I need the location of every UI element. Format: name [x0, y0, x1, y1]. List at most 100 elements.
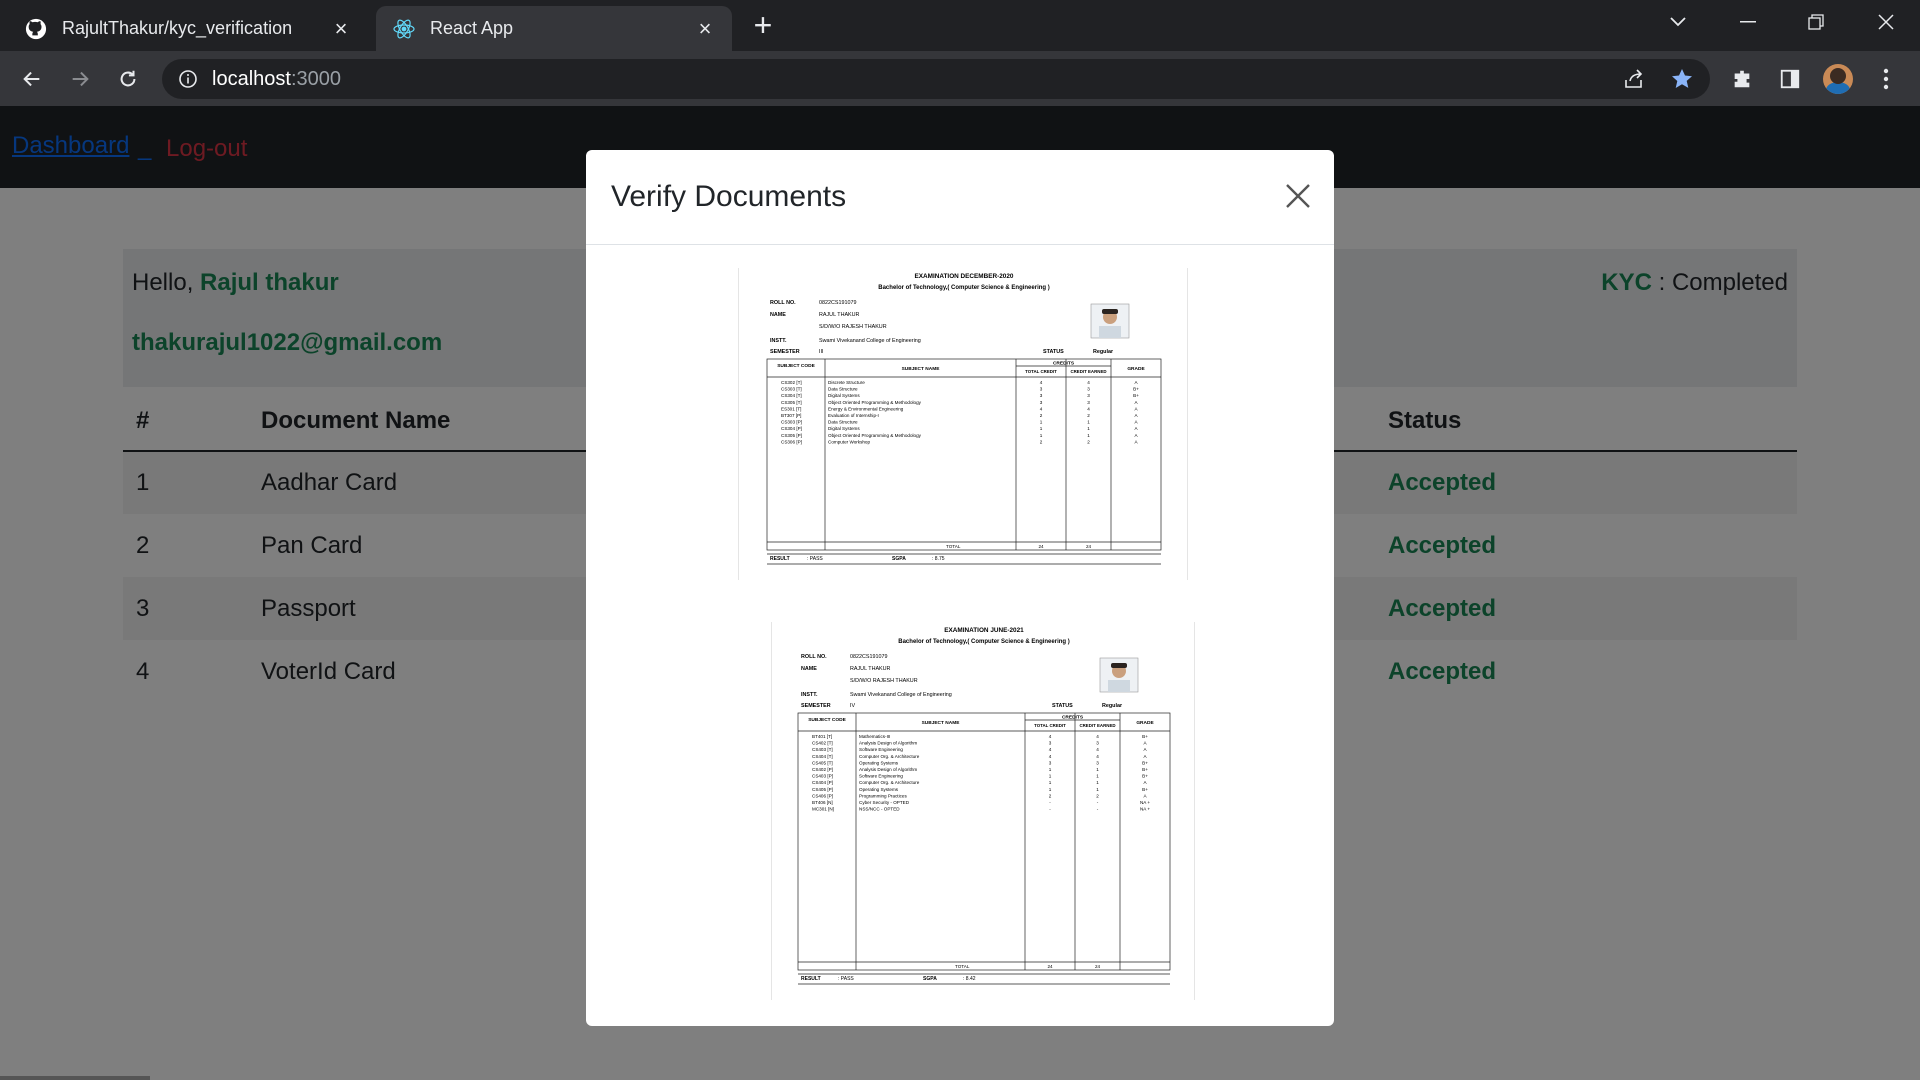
minimize-icon[interactable]	[1718, 0, 1778, 44]
doc-subject-name: Computer Workshop	[828, 439, 870, 444]
browser-tab-github[interactable]: RajultThakur/kyc_verification ×	[8, 6, 368, 51]
doc-field-value: 0822CS191079	[850, 654, 887, 660]
doc-subject-grade: A	[1134, 439, 1138, 444]
tab-title: RajultThakur/kyc_verification	[62, 18, 293, 38]
doc-subject-name: Software Engineering	[859, 774, 903, 779]
modal-divider	[586, 244, 1334, 245]
doc-field-value: RAJUL THAKUR	[850, 666, 891, 672]
doc-field-value: Swami Vivekanand College of Engineering	[819, 338, 921, 344]
doc-subject-earned: 1	[1096, 780, 1099, 785]
doc-subject-name: Cyber Security - OPTED	[859, 800, 910, 805]
doc-subject-grade: A	[1134, 406, 1138, 411]
doc-subject-code: CS402 [T]	[812, 741, 833, 746]
side-panel-icon[interactable]	[1772, 61, 1808, 97]
doc-col-header: CREDIT EARNED	[1079, 723, 1115, 728]
doc-total-value: 24	[1047, 964, 1053, 969]
doc-subject-earned: 2	[1087, 439, 1090, 444]
url-text: localhost:3000	[212, 68, 341, 90]
doc-subject-grade: NA +	[1140, 807, 1150, 812]
doc-subject-name: Analysis Design of Algorithm	[859, 767, 917, 772]
extensions-icon[interactable]	[1724, 61, 1760, 97]
close-tab-icon[interactable]: ×	[694, 16, 716, 41]
site-info-icon[interactable]	[178, 69, 198, 94]
doc-subject-total: 2	[1040, 439, 1043, 444]
doc-photo-shirt	[1099, 326, 1121, 338]
doc-field-value: Swami Vivekanand College of Engineering	[850, 692, 952, 698]
browser-toolbar: localhost:3000	[0, 51, 1920, 106]
doc-field-value: IV	[850, 703, 855, 709]
close-icon[interactable]	[1282, 180, 1314, 212]
doc-subject-earned: -	[1097, 800, 1099, 805]
doc-subject-earned: 2	[1096, 793, 1099, 798]
doc-subject-grade: B+	[1133, 393, 1139, 398]
address-bar[interactable]: localhost:3000	[162, 59, 1710, 99]
github-icon	[24, 17, 48, 41]
doc-subject-name: Data Structure	[828, 387, 858, 392]
bookmark-star-icon[interactable]	[1670, 67, 1694, 96]
doc-subject-code: CS305 [P]	[781, 433, 802, 438]
modal-title: Verify Documents	[611, 180, 847, 213]
close-window-icon[interactable]	[1856, 0, 1916, 44]
doc-sgpa-value: : 8.42	[963, 976, 976, 982]
doc-subject-total: 4	[1040, 380, 1043, 385]
doc-subject-earned: 3	[1096, 760, 1099, 765]
doc-subject-code: BT401 [T]	[812, 734, 832, 739]
doc-table-border	[766, 358, 1162, 551]
doc-result-value: : PASS	[807, 556, 823, 562]
doc-subject-name: Energy & Environmental Engineering	[828, 406, 904, 411]
doc-subject-earned: 3	[1096, 741, 1099, 746]
back-icon[interactable]	[14, 61, 50, 97]
doc-subject-grade: A	[1143, 780, 1147, 785]
doc-subject-grade: A	[1143, 754, 1147, 759]
share-icon[interactable]	[1622, 67, 1646, 96]
doc-total-label: TOTAL	[955, 964, 970, 969]
restore-icon[interactable]	[1786, 0, 1846, 44]
doc-subject-grade: B+	[1142, 734, 1148, 739]
doc-field-label: ROLL NO.	[801, 654, 827, 660]
new-tab-icon[interactable]: +	[748, 7, 778, 43]
doc-subject-total: 1	[1049, 787, 1052, 792]
doc-subject-total: 4	[1049, 734, 1052, 739]
browser-tab-react-app[interactable]: React App ×	[376, 6, 732, 51]
doc-subject-total: 2	[1040, 413, 1043, 418]
doc-field-value: S/D/W/O RAJESH THAKUR	[819, 324, 887, 330]
doc-subject-name: Discrete Structure	[828, 380, 865, 385]
document-image: EXAMINATION DECEMBER-2020 Bachelor of Tec…	[738, 268, 1188, 580]
doc-subject-grade: A	[1134, 426, 1138, 431]
doc-subject-earned: 3	[1087, 387, 1090, 392]
doc-field-label: SEMESTER	[801, 703, 831, 709]
doc-field-label: ROLL NO.	[770, 300, 796, 306]
doc-degree: Bachelor of Technology,( Computer Scienc…	[878, 285, 1049, 291]
doc-subject-code: CS406 [P]	[812, 793, 833, 798]
doc-table-border	[797, 712, 1171, 971]
tab-search-icon[interactable]	[1648, 0, 1708, 44]
doc-subject-code: CS403 [P]	[812, 774, 833, 779]
doc-subject-earned: 3	[1087, 393, 1090, 398]
reload-icon[interactable]	[110, 61, 146, 97]
doc-subject-grade: B+	[1133, 387, 1139, 392]
doc-field-label: NAME	[770, 312, 786, 318]
profile-avatar[interactable]	[1823, 64, 1853, 94]
doc-field-value: Regular	[1093, 349, 1114, 355]
doc-subject-name: Analysis Design of Algorithm	[859, 741, 917, 746]
doc-subject-name: Data Structure	[828, 420, 858, 425]
doc-subject-code: CS304 [P]	[781, 426, 802, 431]
doc-subject-grade: A	[1134, 413, 1138, 418]
doc-subject-earned: 4	[1096, 754, 1099, 759]
menu-kebab-icon[interactable]	[1868, 61, 1904, 97]
doc-subject-name: Object Oriented Programming & Methodolog…	[828, 433, 922, 438]
doc-subject-code: CS404 [P]	[812, 780, 833, 785]
browser-tab-bar: RajultThakur/kyc_verification × React Ap…	[0, 0, 1920, 51]
forward-icon[interactable]	[62, 61, 98, 97]
doc-field-label: INSTT.	[770, 338, 787, 344]
doc-total-earned: 24	[1095, 964, 1101, 969]
doc-subject-earned: 3	[1087, 400, 1090, 405]
doc-photo-hair	[1111, 663, 1127, 668]
doc-photo-shirt	[1108, 680, 1130, 692]
close-tab-icon[interactable]: ×	[330, 16, 352, 41]
doc-subject-code: BT406 [N]	[812, 800, 833, 805]
doc-sgpa-label: SGPA	[892, 556, 906, 562]
doc-subject-name: Software Engineering	[859, 747, 903, 752]
doc-subject-grade: A	[1134, 400, 1138, 405]
doc-subject-code: CS303 [T]	[781, 387, 802, 392]
